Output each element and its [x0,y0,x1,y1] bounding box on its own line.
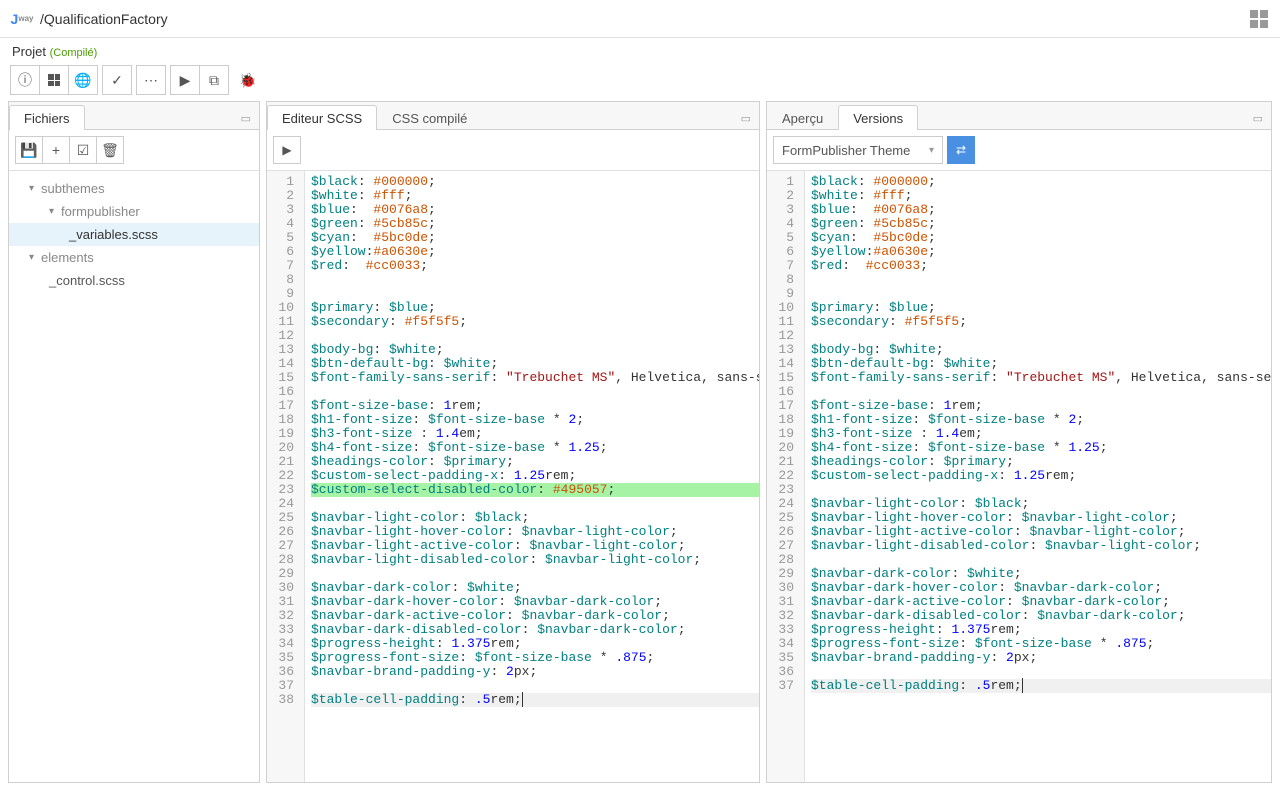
run-editor-button[interactable]: ▶ [273,136,301,164]
tree-folder-formpublisher[interactable]: ▾formpublisher [9,200,259,223]
compare-button[interactable]: ⇄ [947,136,975,164]
tab-css[interactable]: CSS compilé [377,105,482,130]
open-external-button[interactable]: ⧉ [199,65,229,95]
file-tree: ▾subthemes ▾formpublisher _variables.scs… [9,171,259,782]
more-button[interactable]: ⋯ [136,65,166,95]
tab-editor[interactable]: Editeur SCSS [267,105,377,130]
versions-code[interactable]: 1234567891011121314151617181920212223242… [767,171,1271,782]
tree-folder-subthemes[interactable]: ▾subthemes [9,177,259,200]
delete-button[interactable]: 🗑 [96,136,124,164]
panel-minimize-icon[interactable]: ▭ [733,108,759,129]
logo: Jway [12,9,32,29]
check-button[interactable]: ✓ [102,65,132,95]
breadcrumb: /QualificationFactory [40,11,168,27]
checklist-button[interactable]: ☑ [69,136,97,164]
panel-minimize-icon[interactable]: ▭ [233,108,259,129]
apps-icon[interactable] [1250,10,1268,28]
compiled-status: (Compilé) [50,47,98,59]
editor-code[interactable]: 1234567891011121314151617181920212223242… [267,171,759,782]
tree-file-variables[interactable]: _variables.scss [9,223,259,246]
grid-button[interactable] [39,65,69,95]
save-button[interactable]: 💾 [15,136,43,164]
info-button[interactable]: ⓘ [10,65,40,95]
tab-versions[interactable]: Versions [838,105,918,130]
add-button[interactable]: + [42,136,70,164]
tab-preview[interactable]: Aperçu [767,105,838,130]
panel-minimize-icon[interactable]: ▭ [1245,108,1271,129]
theme-select[interactable]: FormPublisher Theme▾ [773,136,943,164]
tree-file-control[interactable]: _control.scss [9,269,259,292]
tab-files[interactable]: Fichiers [9,105,85,130]
play-button[interactable]: ▶ [170,65,200,95]
globe-button[interactable]: 🌐 [68,65,98,95]
tree-folder-elements[interactable]: ▾elements [9,246,259,269]
bug-button[interactable]: 🐞 [233,65,263,95]
chevron-down-icon: ▾ [929,145,934,156]
project-label: Projet [12,44,46,59]
